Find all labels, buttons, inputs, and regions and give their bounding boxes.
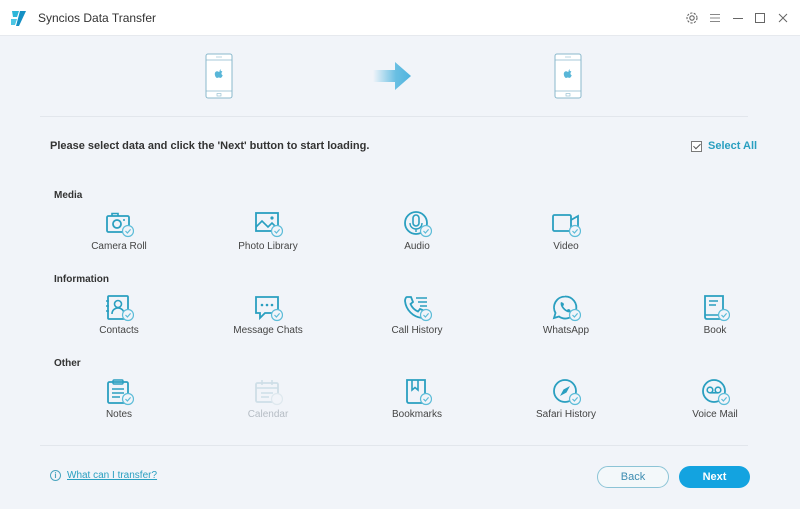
data-item-calendar: Calendar	[213, 378, 323, 420]
data-item-label: Photo Library	[238, 241, 298, 252]
whatsapp-icon	[551, 294, 582, 322]
back-button[interactable]: Back	[597, 466, 669, 488]
data-item-book[interactable]: Book	[660, 294, 770, 336]
data-item-photo-library[interactable]: Photo Library	[213, 210, 323, 252]
settings-button[interactable]	[683, 9, 701, 27]
maximize-icon	[755, 13, 765, 23]
data-item-label: Message Chats	[233, 325, 303, 336]
microphone-icon	[402, 210, 433, 238]
data-item-label: Book	[703, 325, 727, 336]
notes-icon	[104, 378, 135, 406]
app-title: Syncios Data Transfer	[38, 11, 157, 25]
voicemail-icon	[700, 378, 731, 406]
maximize-button[interactable]	[751, 9, 769, 27]
data-item-label: Video	[553, 241, 579, 252]
data-item-whatsapp[interactable]: WhatsApp	[511, 294, 621, 336]
data-item-safari-history[interactable]: Safari History	[511, 378, 621, 420]
close-button[interactable]	[774, 9, 792, 27]
title-bar: Syncios Data Transfer	[0, 0, 800, 36]
data-item-label: Camera Roll	[91, 241, 147, 252]
data-item-label: Audio	[404, 241, 430, 252]
data-item-label: WhatsApp	[542, 325, 590, 336]
data-item-label: Bookmarks	[391, 409, 442, 420]
app-logo-icon	[11, 11, 26, 26]
contacts-icon	[104, 294, 135, 322]
top-divider	[40, 116, 748, 117]
data-item-bookmarks[interactable]: Bookmarks	[362, 378, 472, 420]
help-link[interactable]: i What can I transfer?	[50, 470, 157, 481]
data-item-label: Notes	[105, 409, 133, 420]
data-item-audio[interactable]: Audio	[362, 210, 472, 252]
instruction-text: Please select data and click the 'Next' …	[50, 140, 370, 152]
message-icon	[253, 294, 284, 322]
photo-icon	[253, 210, 284, 238]
book-icon	[700, 294, 731, 322]
minimize-button[interactable]	[729, 9, 747, 27]
data-item-message-chats[interactable]: Message Chats	[213, 294, 323, 336]
checkbox-icon	[691, 140, 702, 152]
camera-icon	[104, 210, 135, 238]
main-panel: Please select data and click the 'Next' …	[0, 36, 800, 509]
section-label-information: Information	[54, 274, 109, 285]
data-item-label: Call History	[391, 325, 443, 336]
compass-icon	[551, 378, 582, 406]
close-icon	[778, 13, 788, 23]
data-item-notes[interactable]: Notes	[64, 378, 174, 420]
minimize-icon	[733, 18, 743, 19]
data-item-voice-mail[interactable]: Voice Mail	[660, 378, 770, 420]
menu-button[interactable]	[706, 9, 724, 27]
data-item-label: Voice Mail	[692, 409, 738, 420]
phone-icon	[402, 294, 433, 322]
video-icon	[551, 210, 582, 238]
section-label-other: Other	[54, 358, 81, 369]
bottom-divider	[40, 445, 748, 446]
data-item-call-history[interactable]: Call History	[362, 294, 472, 336]
data-item-label: Safari History	[535, 409, 596, 420]
select-all-label: Select All	[708, 140, 758, 152]
target-device-icon	[554, 53, 582, 99]
transfer-arrow-icon	[373, 62, 411, 90]
data-item-label: Calendar	[247, 409, 289, 420]
next-button[interactable]: Next	[679, 466, 750, 488]
menu-icon	[710, 14, 720, 22]
bookmark-icon	[402, 378, 433, 406]
data-item-camera-roll[interactable]: Camera Roll	[64, 210, 174, 252]
data-item-contacts[interactable]: Contacts	[64, 294, 174, 336]
help-link-text[interactable]: What can I transfer?	[67, 470, 157, 481]
settings-icon	[686, 12, 698, 24]
select-all-checkbox[interactable]: Select All	[691, 140, 757, 152]
info-icon: i	[50, 470, 61, 481]
section-label-media: Media	[54, 190, 83, 201]
data-item-label: Contacts	[99, 325, 139, 336]
data-item-video[interactable]: Video	[511, 210, 621, 252]
calendar-icon	[253, 378, 284, 406]
source-device-icon	[205, 53, 233, 99]
